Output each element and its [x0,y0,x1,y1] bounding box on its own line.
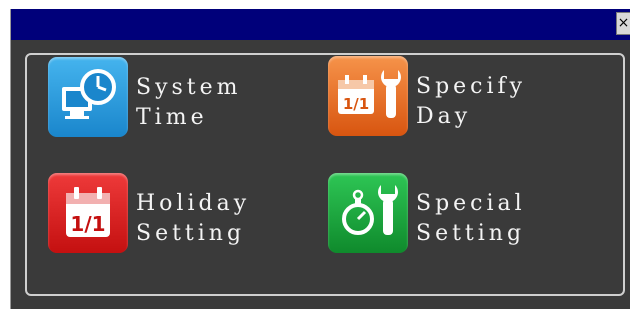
system-time-button[interactable]: System Time [48,57,242,137]
dialog-window: × [10,9,630,309]
stopwatch-wrench-icon [328,173,408,253]
specify-day-button[interactable]: 1/1 Specify Day [328,56,526,136]
clock-monitor-icon [48,57,128,137]
special-setting-label: Special Setting [416,191,526,246]
holiday-setting-label: Holiday Setting [136,191,251,246]
special-setting-button[interactable]: Special Setting [328,173,526,253]
title-bar[interactable]: × [11,9,630,40]
calendar-icon: 1/1 [48,173,128,253]
specify-day-label: Specify Day [416,74,527,129]
calendar-date-text: 1/1 [343,95,369,113]
holiday-date-text: 1/1 [70,212,105,236]
close-button[interactable]: × [616,12,630,35]
system-time-label: System Time [136,75,242,130]
calendar-wrench-icon: 1/1 [328,56,408,136]
holiday-setting-button[interactable]: 1/1 Holiday Setting [48,173,250,253]
